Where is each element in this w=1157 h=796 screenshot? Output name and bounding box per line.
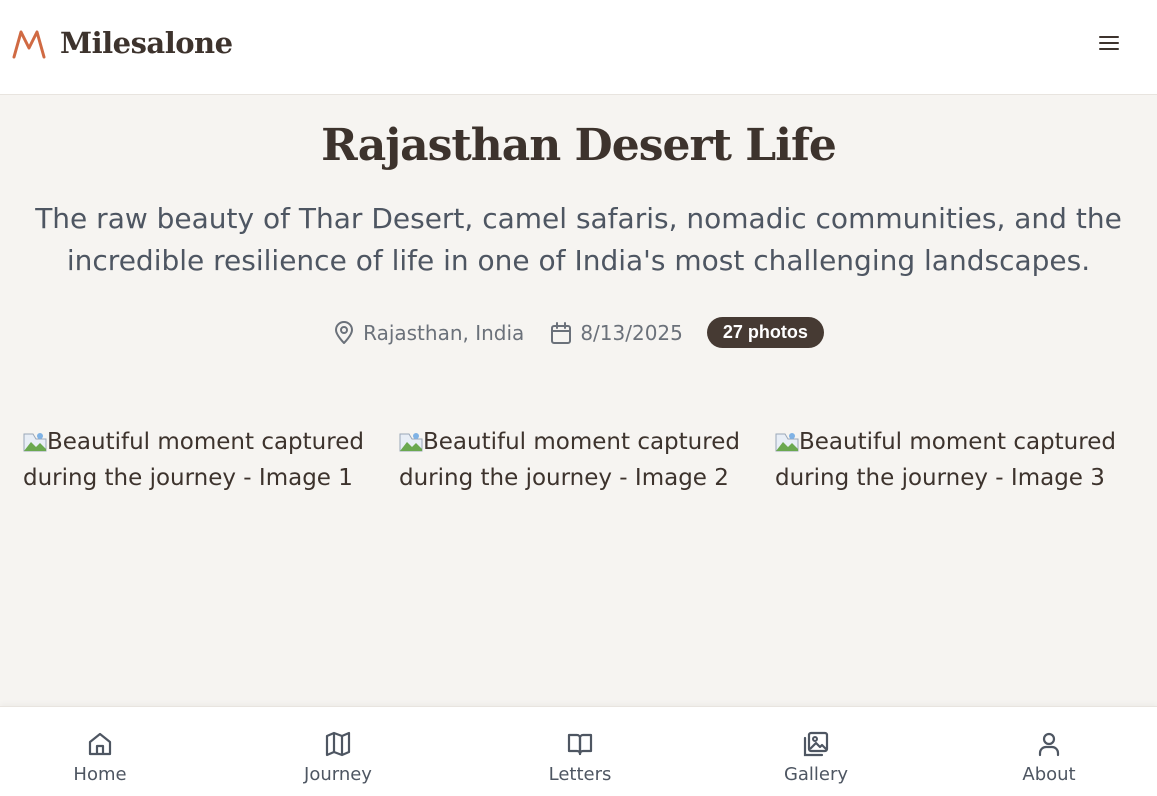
image-alt-text: Beautiful moment captured during the jou…: [775, 429, 1116, 491]
calendar-icon: [551, 321, 572, 344]
hamburger-menu-icon: [1099, 36, 1119, 50]
map-icon: [325, 731, 351, 756]
photo-count-badge: 27 photos: [706, 317, 824, 348]
photo-gallery: Beautiful moment captured during the jou…: [23, 424, 1135, 496]
nav-label: Letters: [548, 763, 612, 785]
images-icon: [803, 731, 829, 756]
date-meta: 8/13/2025: [550, 321, 683, 345]
image-alt-text: Beautiful moment captured during the jou…: [399, 429, 740, 491]
location-meta: Rajasthan, India: [333, 321, 524, 345]
image-alt-text: Beautiful moment captured during the jou…: [23, 429, 364, 491]
nav-label: About: [1022, 763, 1076, 785]
book-open-icon: [567, 733, 593, 755]
date-text: 8/13/2025: [580, 320, 683, 345]
nav-item-journey[interactable]: Journey: [268, 707, 408, 796]
top-header: Milesalone: [0, 0, 1157, 95]
page-subtitle: The raw beauty of Thar Desert, camel saf…: [35, 202, 1122, 277]
nav-label: Journey: [304, 763, 372, 785]
mountain-logo-icon[interactable]: [12, 26, 46, 60]
nav-item-home[interactable]: Home: [30, 707, 170, 796]
bottom-nav: Home Journey Letters Gallery About: [0, 706, 1157, 796]
broken-image-icon: [399, 433, 423, 452]
brand-name[interactable]: Milesalone: [60, 26, 233, 60]
home-icon: [88, 732, 112, 755]
gallery-image[interactable]: Beautiful moment captured during the jou…: [23, 424, 375, 496]
main-content: Rajasthan Desert Life The raw beauty of …: [0, 96, 1157, 706]
nav-label: Home: [73, 763, 127, 785]
gallery-image[interactable]: Beautiful moment captured during the jou…: [775, 424, 1127, 496]
broken-image-icon: [23, 433, 47, 452]
nav-item-gallery[interactable]: Gallery: [746, 707, 886, 796]
gallery-image[interactable]: Beautiful moment captured during the jou…: [399, 424, 751, 496]
location-text: Rajasthan, India: [363, 320, 525, 345]
menu-button[interactable]: [1092, 29, 1126, 57]
nav-item-about[interactable]: About: [979, 707, 1119, 796]
page-title: Rajasthan Desert Life: [321, 120, 837, 171]
broken-image-icon: [775, 433, 799, 452]
map-pin-icon: [335, 320, 354, 344]
nav-label: Gallery: [783, 763, 849, 785]
user-icon: [1038, 732, 1060, 756]
meta-row: Rajasthan, India 8/13/2025 27 photos: [0, 317, 1157, 348]
nav-item-letters[interactable]: Letters: [510, 707, 650, 796]
